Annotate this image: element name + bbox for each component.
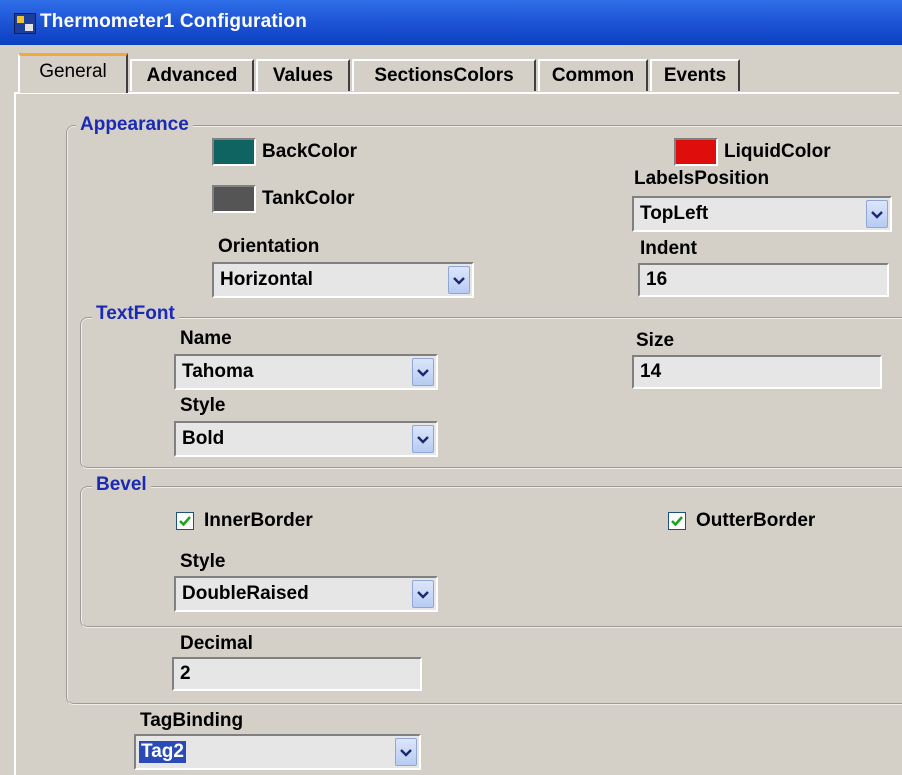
tab-values[interactable]: Values <box>256 59 350 91</box>
orientation-label: Orientation <box>218 236 320 257</box>
tab-advanced[interactable]: Advanced <box>130 59 254 91</box>
orientation-select[interactable]: Horizontal <box>212 262 474 298</box>
inner-border-label: InnerBorder <box>204 510 313 531</box>
tag-binding-label: TagBinding <box>140 710 244 731</box>
outter-border-label: OutterBorder <box>696 510 816 531</box>
liquid-color-swatch[interactable] <box>674 138 718 166</box>
tab-events[interactable]: Events <box>650 59 740 91</box>
bevel-group-title: Bevel <box>92 474 151 496</box>
back-color-label: BackColor <box>262 141 358 162</box>
tag-binding-select[interactable]: Tag2 <box>134 734 421 770</box>
inner-border-checkbox[interactable] <box>176 512 194 530</box>
bevel-style-value: DoubleRaised <box>182 583 309 604</box>
back-color-swatch[interactable] <box>212 138 256 166</box>
tank-color-swatch[interactable] <box>212 185 256 213</box>
tab-sectionscolors[interactable]: SectionsColors <box>352 59 536 91</box>
bevel-style-label: Style <box>180 551 226 572</box>
outter-border-checkbox[interactable] <box>668 512 686 530</box>
chevron-down-icon[interactable] <box>412 358 434 386</box>
tab-general[interactable]: General <box>18 53 128 93</box>
liquid-color-label: LiquidColor <box>724 141 831 162</box>
font-size-label: Size <box>636 330 675 351</box>
orientation-value: Horizontal <box>220 269 313 290</box>
labels-position-value: TopLeft <box>640 203 709 224</box>
tank-color-label: TankColor <box>262 188 355 209</box>
app-icon <box>14 13 36 34</box>
font-name-select[interactable]: Tahoma <box>174 354 438 390</box>
chevron-down-icon[interactable] <box>412 425 434 453</box>
textfont-group-title: TextFont <box>92 303 179 325</box>
font-style-label: Style <box>180 395 226 416</box>
font-size-input[interactable]: 14 <box>632 355 882 389</box>
chevron-down-icon[interactable] <box>448 266 470 294</box>
tab-common[interactable]: Common <box>538 59 648 91</box>
chevron-down-icon[interactable] <box>395 738 417 766</box>
indent-label: Indent <box>640 238 697 259</box>
chevron-down-icon[interactable] <box>866 200 888 228</box>
font-style-select[interactable]: Bold <box>174 421 438 457</box>
checkmark-icon <box>671 516 683 527</box>
window-title: Thermometer1 Configuration <box>40 11 307 32</box>
checkmark-icon <box>179 516 191 527</box>
bevel-style-select[interactable]: DoubleRaised <box>174 576 438 612</box>
font-name-value: Tahoma <box>182 361 254 382</box>
tag-binding-value: Tag2 <box>139 741 186 763</box>
font-name-label: Name <box>180 328 232 349</box>
decimal-label: Decimal <box>180 633 253 654</box>
labels-position-label: LabelsPosition <box>634 168 770 189</box>
font-style-value: Bold <box>182 428 225 449</box>
title-bar: Thermometer1 Configuration <box>0 0 902 45</box>
labels-position-select[interactable]: TopLeft <box>632 196 892 232</box>
indent-input[interactable]: 16 <box>638 263 889 297</box>
decimal-input[interactable]: 2 <box>172 657 422 691</box>
appearance-group-title: Appearance <box>76 114 193 136</box>
chevron-down-icon[interactable] <box>412 580 434 608</box>
